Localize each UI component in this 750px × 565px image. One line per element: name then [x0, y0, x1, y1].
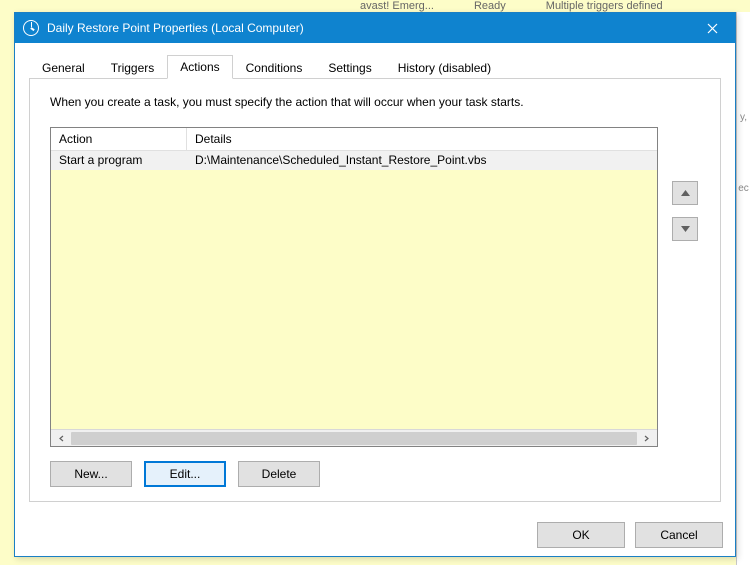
close-button[interactable] — [689, 13, 735, 43]
close-icon — [707, 23, 718, 34]
scroll-thumb[interactable] — [71, 432, 637, 445]
background-right-strip: y, ec — [736, 12, 750, 565]
tabs-strip: General Triggers Actions Conditions Sett… — [29, 53, 721, 79]
scroll-left-icon[interactable] — [54, 432, 69, 445]
tab-history[interactable]: History (disabled) — [385, 56, 504, 79]
dialog-footer: OK Cancel — [15, 514, 735, 556]
actions-list[interactable]: Action Details Start a program D:\Mainte… — [50, 127, 658, 447]
chevron-down-icon — [681, 226, 690, 232]
column-header-action[interactable]: Action — [51, 128, 187, 150]
cancel-button[interactable]: Cancel — [635, 522, 723, 548]
tab-triggers[interactable]: Triggers — [98, 56, 168, 79]
actions-description: When you create a task, you must specify… — [50, 95, 700, 109]
background-task-row: avast! Emerg... Ready Multiple triggers … — [0, 0, 750, 12]
window-title: Daily Restore Point Properties (Local Co… — [47, 21, 689, 35]
dialog-client-area: General Triggers Actions Conditions Sett… — [15, 43, 735, 514]
ok-button[interactable]: OK — [537, 522, 625, 548]
actions-list-rows[interactable]: Start a program D:\Maintenance\Scheduled… — [51, 151, 657, 429]
titlebar[interactable]: Daily Restore Point Properties (Local Co… — [15, 13, 735, 43]
row-details: D:\Maintenance\Scheduled_Instant_Restore… — [187, 151, 657, 170]
tab-general[interactable]: General — [29, 56, 98, 79]
edit-action-button[interactable]: Edit... — [144, 461, 226, 487]
move-up-button[interactable] — [672, 181, 698, 205]
properties-dialog: Daily Restore Point Properties (Local Co… — [14, 12, 736, 557]
actions-list-row[interactable]: Start a program D:\Maintenance\Scheduled… — [51, 151, 657, 170]
tab-conditions[interactable]: Conditions — [233, 56, 316, 79]
clock-icon — [23, 20, 39, 36]
tab-settings[interactable]: Settings — [315, 56, 384, 79]
column-header-details[interactable]: Details — [187, 128, 657, 150]
reorder-buttons — [672, 127, 700, 447]
action-buttons-row: New... Edit... Delete — [50, 461, 700, 487]
tab-actions[interactable]: Actions — [167, 55, 232, 79]
move-down-button[interactable] — [672, 217, 698, 241]
tab-body-actions: When you create a task, you must specify… — [29, 79, 721, 502]
row-action: Start a program — [51, 151, 187, 170]
horizontal-scrollbar[interactable] — [51, 429, 657, 446]
scroll-right-icon[interactable] — [639, 432, 654, 445]
delete-action-button[interactable]: Delete — [238, 461, 320, 487]
chevron-up-icon — [681, 190, 690, 196]
new-action-button[interactable]: New... — [50, 461, 132, 487]
actions-list-header: Action Details — [51, 128, 657, 151]
